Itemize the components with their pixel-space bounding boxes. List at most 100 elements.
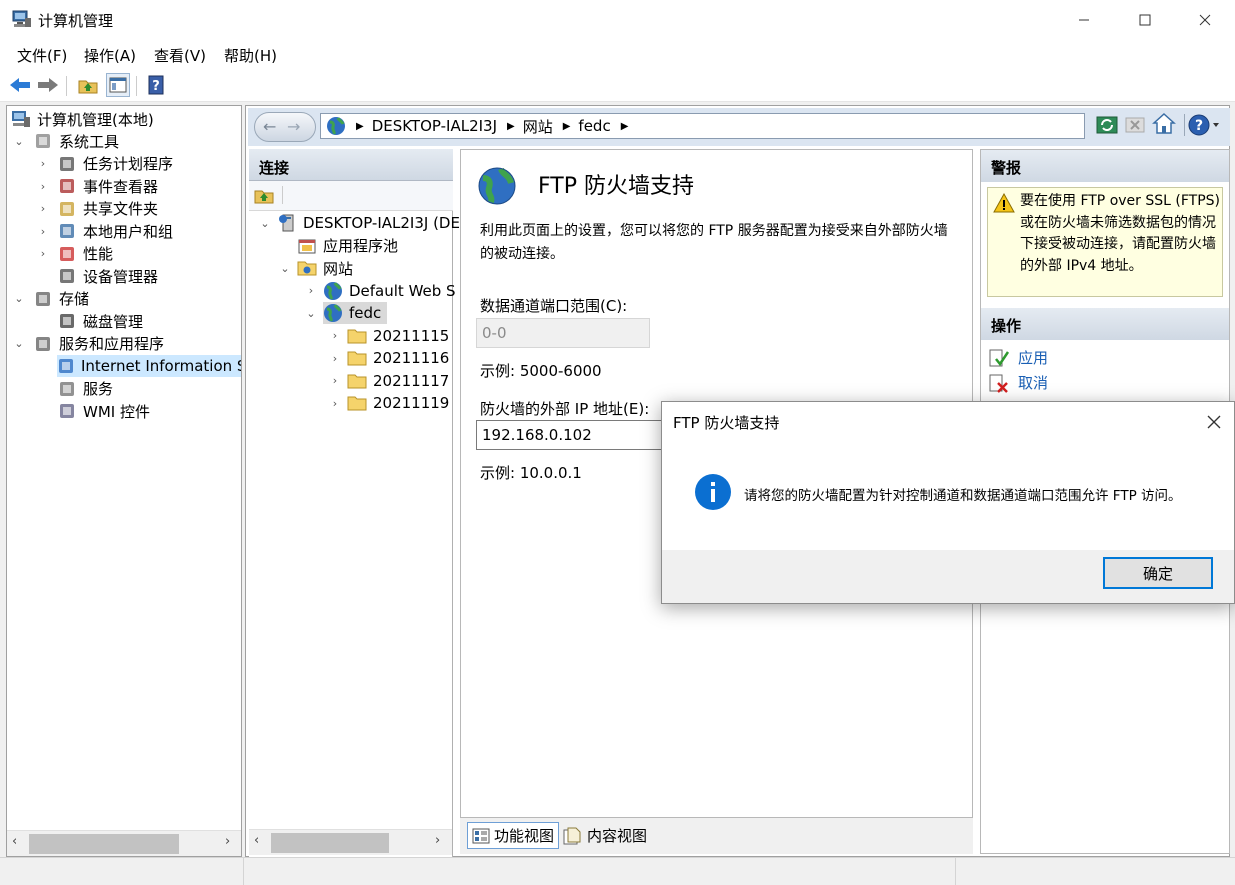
collapse-chevron-icon[interactable]: › xyxy=(37,180,49,193)
tree-item[interactable]: ⌄ 系统工具 xyxy=(14,130,119,152)
tree-horizontal-scrollbar[interactable]: ‹ › xyxy=(7,830,241,856)
nav-forward-icon[interactable]: → xyxy=(287,117,300,136)
tree-root[interactable]: 计算机管理(本地) xyxy=(11,108,154,130)
scroll-left-icon[interactable]: ‹ xyxy=(254,833,259,848)
maximize-button[interactable] xyxy=(1122,0,1168,40)
home-icon[interactable] xyxy=(1152,112,1176,136)
collapse-chevron-icon[interactable]: › xyxy=(329,352,341,365)
ok-button[interactable]: 确定 xyxy=(1103,557,1213,589)
menu-view[interactable]: 查看(V) xyxy=(154,45,206,66)
refresh-icon[interactable] xyxy=(1096,114,1118,136)
dialog-footer: 确定 xyxy=(662,550,1234,603)
collapse-chevron-icon[interactable]: › xyxy=(37,247,49,260)
expand-chevron-icon[interactable]: ⌄ xyxy=(259,217,271,230)
collapse-chevron-icon[interactable]: › xyxy=(37,225,49,238)
dialog-close-icon[interactable] xyxy=(1200,410,1228,434)
expand-chevron-icon[interactable]: ⌄ xyxy=(305,307,317,320)
tree-item[interactable]: WMI 控件 xyxy=(57,400,150,422)
back-arrow-icon[interactable] xyxy=(8,73,32,97)
tree-item[interactable]: 磁盘管理 xyxy=(57,310,143,332)
expand-chevron-icon[interactable]: ⌄ xyxy=(13,337,25,350)
tab-features-view[interactable]: 功能视图 xyxy=(467,822,559,849)
tree-item[interactable]: 服务 xyxy=(57,378,113,400)
collapse-chevron-icon[interactable]: › xyxy=(329,374,341,387)
show-hide-tree-icon[interactable] xyxy=(106,73,130,97)
tree-item[interactable]: › 任务计划程序 xyxy=(41,153,173,175)
apply-action[interactable]: 应用 xyxy=(988,347,1048,368)
minimize-button[interactable] xyxy=(1061,0,1107,40)
connection-item[interactable]: › 20211119 xyxy=(333,392,450,414)
computer-management-icon xyxy=(12,10,32,28)
tree-item[interactable]: Internet Information Se xyxy=(57,355,241,377)
expand-chevron-icon[interactable]: ⌄ xyxy=(13,292,25,305)
event-viewer-icon xyxy=(57,177,77,195)
help-dropdown-icon[interactable]: ? xyxy=(1188,112,1222,138)
alert-box: 要在使用 FTP over SSL (FTPS)或在防火墙未筛选数据包的情况下接… xyxy=(987,187,1223,297)
tree-item[interactable]: ⌄ 存储 xyxy=(14,288,89,310)
connection-item[interactable]: › Default Web S xyxy=(309,280,456,302)
connection-item[interactable]: ⌄ fedc xyxy=(306,302,388,324)
cancel-action[interactable]: 取消 xyxy=(988,372,1048,393)
tree-item-label: 共享文件夹 xyxy=(83,200,159,218)
menu-file[interactable]: 文件(F) xyxy=(17,45,67,66)
expand-chevron-icon[interactable]: ⌄ xyxy=(13,135,25,148)
collapse-chevron-icon[interactable]: › xyxy=(305,284,317,297)
scroll-right-icon[interactable]: › xyxy=(225,834,230,849)
connection-item-label: 20211116 xyxy=(373,349,450,367)
collapse-chevron-icon[interactable]: › xyxy=(329,397,341,410)
help-book-icon[interactable]: ? xyxy=(144,73,168,97)
menu-help[interactable]: 帮助(H) xyxy=(224,45,277,66)
scroll-right-icon[interactable]: › xyxy=(435,833,440,848)
scroll-thumb[interactable] xyxy=(271,833,389,853)
menu-action[interactable]: 操作(A) xyxy=(84,45,136,66)
tree-item-label: 设备管理器 xyxy=(83,267,159,286)
tree-item[interactable]: 设备管理器 xyxy=(57,265,158,287)
alerts-header: 警报 xyxy=(981,150,1229,182)
server-icon xyxy=(277,214,297,232)
nav-back-forward[interactable]: ← → xyxy=(254,112,316,142)
tree-item[interactable]: › 性能 xyxy=(41,243,113,265)
connection-item-label: DESKTOP-IAL2I3J (DE xyxy=(303,214,460,232)
connection-item[interactable]: ⌄ DESKTOP-IAL2I3J (DE xyxy=(260,212,460,234)
ip-example: 示例: 10.0.0.1 xyxy=(480,464,582,482)
actions-header: 操作 xyxy=(981,308,1229,340)
crumb-sites[interactable]: 网站 xyxy=(523,116,553,137)
tree-item[interactable]: › 事件查看器 xyxy=(41,175,158,197)
cancel-label[interactable]: 取消 xyxy=(1018,372,1048,393)
tree-item[interactable]: › 本地用户和组 xyxy=(41,220,173,242)
toolbar: ? xyxy=(0,68,1235,102)
crumb-server[interactable]: DESKTOP-IAL2I3J xyxy=(372,117,497,135)
connection-item[interactable]: ⌄ 网站 xyxy=(280,257,353,279)
tree-item-label: Internet Information Se xyxy=(81,357,241,375)
connection-item[interactable]: 应用程序池 xyxy=(297,235,398,257)
collapse-chevron-icon[interactable]: › xyxy=(37,202,49,215)
expand-chevron-icon[interactable]: ⌄ xyxy=(279,262,291,275)
window-title: 计算机管理 xyxy=(38,12,114,30)
collapse-chevron-icon[interactable]: › xyxy=(329,329,341,342)
up-folder-icon[interactable] xyxy=(76,73,100,97)
forward-arrow-icon[interactable] xyxy=(36,73,60,97)
apply-label[interactable]: 应用 xyxy=(1018,347,1048,368)
tree-item[interactable]: ⌄ 服务和应用程序 xyxy=(14,333,164,355)
connection-item[interactable]: › 20211116 xyxy=(333,347,450,369)
port-range-input[interactable] xyxy=(476,318,650,348)
connections-pane: ⌄ DESKTOP-IAL2I3J (DE 应用程序池 ⌄ 网站 › Default Web… xyxy=(249,149,460,857)
connection-item[interactable]: › 20211115 xyxy=(333,325,450,347)
page-title: FTP 防火墙支持 xyxy=(538,174,694,199)
ext-ip-label: 防火墙的外部 IP 地址(E): xyxy=(480,400,650,418)
scroll-thumb[interactable] xyxy=(29,834,179,854)
crumb-site[interactable]: fedc xyxy=(578,117,610,135)
connect-icon[interactable] xyxy=(254,186,274,208)
nav-back-icon[interactable]: ← xyxy=(263,117,276,136)
connections-horizontal-scrollbar[interactable]: ‹ › xyxy=(249,829,452,855)
address-field[interactable]: ▶ DESKTOP-IAL2I3J ▶ 网站 ▶ fedc ▶ xyxy=(320,113,1085,139)
tree-item[interactable]: › 共享文件夹 xyxy=(41,198,159,220)
connections-toolbar xyxy=(249,181,453,211)
tab-content-view[interactable]: 内容视图 xyxy=(563,822,647,849)
scroll-left-icon[interactable]: ‹ xyxy=(12,834,17,849)
shared-folder-icon xyxy=(57,200,77,218)
stop-icon[interactable] xyxy=(1124,114,1146,136)
connection-item[interactable]: › 20211117 xyxy=(333,370,450,392)
close-button[interactable] xyxy=(1182,0,1228,40)
collapse-chevron-icon[interactable]: › xyxy=(37,157,49,170)
